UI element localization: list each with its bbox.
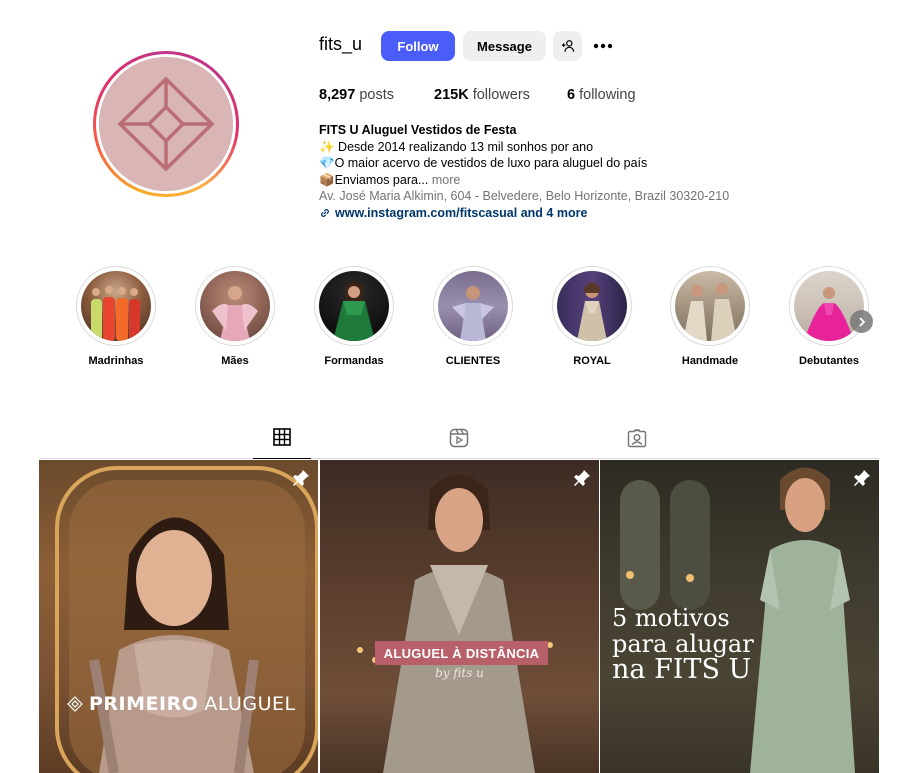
profile-bio: FITS U Aluguel Vestidos de Festa ✨ Desde… xyxy=(319,122,779,221)
posts-count-stat: 8,297 posts xyxy=(319,87,394,103)
followers-stat[interactable]: 215K followers xyxy=(434,87,530,103)
message-button[interactable]: Message xyxy=(463,31,546,61)
handmade-dress-photo-icon xyxy=(683,283,737,341)
bio-external-link[interactable]: www.instagram.com/fitscasual and 4 more xyxy=(319,205,779,222)
suggested-accounts-button[interactable] xyxy=(553,31,582,61)
more-dots-icon xyxy=(593,43,613,49)
chevron-right-icon xyxy=(858,316,865,327)
highlight-cover xyxy=(557,271,627,341)
tab-tagged[interactable] xyxy=(608,428,666,459)
bio-line-2: 💎O maior acervo de vestidos de luxo para… xyxy=(319,156,648,170)
highlight-formandas[interactable]: Formandas xyxy=(304,266,404,367)
highlight-madrinhas[interactable]: Madrinhas xyxy=(66,266,166,367)
bio-full-name: FITS U Aluguel Vestidos de Festa xyxy=(319,123,517,137)
highlight-cover xyxy=(675,271,745,341)
following-count: 6 xyxy=(567,87,576,103)
highlight-ring xyxy=(552,266,632,346)
highlight-ring xyxy=(76,266,156,346)
royal-dress-photo-icon xyxy=(577,282,607,341)
more-options-button[interactable] xyxy=(591,34,615,58)
post-1-title-light: ALUGUEL xyxy=(204,693,296,715)
highlight-label: Madrinhas xyxy=(88,355,144,367)
highlight-maes[interactable]: Mães xyxy=(185,266,285,367)
mother-dress-photo-icon xyxy=(212,286,258,341)
graduate-dress-photo-icon xyxy=(333,281,375,341)
post-1-caption: PRIMEIRO ALUGUEL xyxy=(67,693,296,715)
bio-address[interactable]: Av. José Maria Alkimin, 604 - Belvedere,… xyxy=(319,188,779,205)
highlight-ring xyxy=(314,266,394,346)
highlight-label: CLIENTES xyxy=(445,355,501,367)
highlight-cover xyxy=(319,271,389,341)
post-photo-remote-rental xyxy=(357,475,553,773)
highlight-label: Handmade xyxy=(681,355,739,367)
post-tile[interactable]: PRIMEIRO ALUGUEL xyxy=(39,460,318,773)
bio-more-link[interactable]: more xyxy=(432,173,460,187)
add-person-icon xyxy=(561,40,574,52)
post-photo-first-rental xyxy=(55,466,318,773)
tab-reels[interactable] xyxy=(430,428,488,459)
post-3-line-3: na FITS U xyxy=(612,654,752,685)
follow-button[interactable]: Follow xyxy=(381,31,455,61)
highlight-cover xyxy=(81,271,151,341)
client-dress-photo-icon xyxy=(452,286,494,341)
highlight-ring xyxy=(433,266,513,346)
fits-u-logo-icon xyxy=(99,57,233,191)
post-3-line-1: 5 motivos xyxy=(612,604,730,632)
post-3-caption: 5 motivos para alugar na FITS U xyxy=(612,605,754,683)
post-1-title-bold: PRIMEIRO xyxy=(89,693,199,715)
tagged-icon xyxy=(627,429,647,448)
profile-avatar[interactable] xyxy=(93,51,239,197)
post-tile[interactable]: 5 motivos para alugar na FITS U xyxy=(600,460,879,773)
pinned-icon xyxy=(853,469,871,487)
post-2-subtitle: by fits u xyxy=(435,666,484,680)
bio-line-1: ✨ Desde 2014 realizando 13 mil sonhos po… xyxy=(319,139,594,154)
reels-icon xyxy=(449,428,469,448)
highlight-label: Mães xyxy=(221,355,249,367)
bio-line-3: 📦Enviamos para... xyxy=(319,172,429,187)
highlights-next-button[interactable] xyxy=(850,310,873,333)
grid-icon xyxy=(273,428,291,446)
pinned-icon xyxy=(573,469,591,487)
post-2-banner: ALUGUEL À DISTÂNCIA xyxy=(375,641,548,665)
highlight-label: ROYAL xyxy=(573,355,611,367)
highlight-royal[interactable]: ROYAL xyxy=(542,266,642,367)
following-stat[interactable]: 6 following xyxy=(567,87,636,103)
posts-label: posts xyxy=(359,87,394,103)
tab-posts[interactable] xyxy=(253,428,311,459)
bio-link-text: www.instagram.com/fitscasual and 4 more xyxy=(335,205,588,220)
highlight-cover xyxy=(200,271,270,341)
profile-username: fits_u xyxy=(319,34,363,54)
bridesmaids-photo-icon xyxy=(91,286,140,341)
highlight-clientes[interactable]: CLIENTES xyxy=(423,266,523,367)
highlight-ring xyxy=(670,266,750,346)
posts-count: 8,297 xyxy=(319,87,356,103)
post-tile[interactable]: ALUGUEL À DISTÂNCIA by fits u xyxy=(320,460,599,773)
highlight-ring xyxy=(789,266,869,346)
following-label: following xyxy=(579,87,636,103)
avatar-logo xyxy=(99,57,233,191)
highlight-cover xyxy=(438,271,508,341)
followers-count: 215K xyxy=(434,87,469,103)
bio-line-3-row: 📦Enviamos para... more xyxy=(319,172,779,189)
highlight-label: Debutantes xyxy=(799,355,859,367)
highlight-handmade[interactable]: Handmade xyxy=(660,266,760,367)
followers-label: followers xyxy=(472,87,530,103)
highlight-ring xyxy=(195,266,275,346)
link-icon xyxy=(321,208,329,217)
pinned-icon xyxy=(292,469,310,487)
highlight-label: Formandas xyxy=(324,355,384,367)
fits-u-diamond-icon xyxy=(67,696,83,712)
